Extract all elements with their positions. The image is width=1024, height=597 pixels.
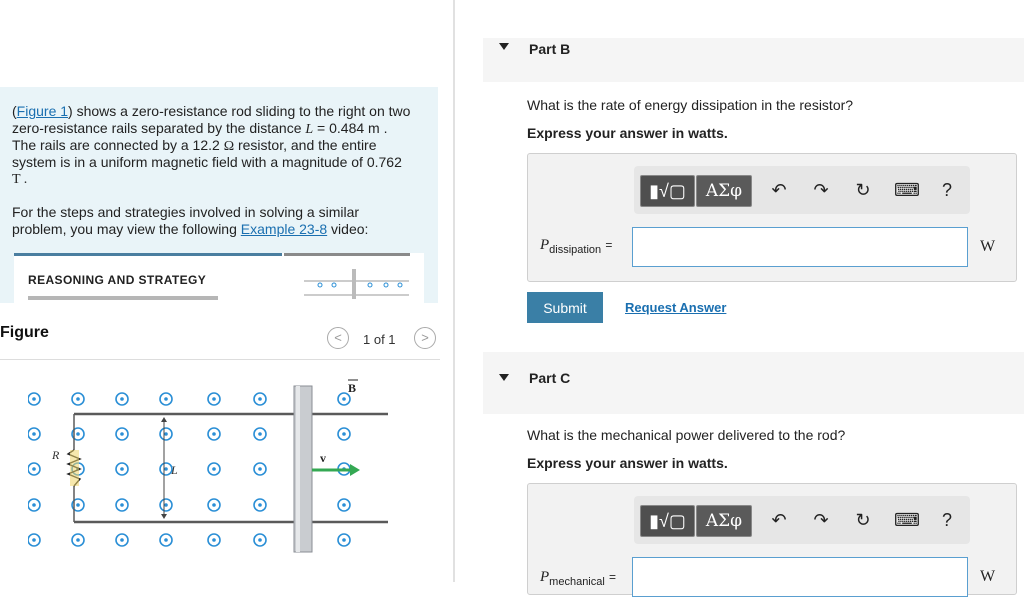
field-dot-center	[342, 397, 346, 401]
field-dot-center	[212, 397, 216, 401]
part-c-header[interactable]: Part C	[483, 352, 1024, 414]
field-dot-center	[76, 503, 80, 507]
label-R: R	[51, 448, 60, 462]
greek-symbols-button[interactable]: ΑΣφ	[696, 175, 752, 207]
disclosure-triangle-icon[interactable]	[499, 43, 509, 50]
field-dot-center	[164, 432, 168, 436]
field-dot-center	[120, 432, 124, 436]
redo-icon[interactable]: ↷	[810, 509, 832, 531]
video-title: REASONING AND STRATEGY	[28, 273, 207, 287]
math-toolbar: ▮√▢ ΑΣφ ↶ ↷ ↻ ⌨ ?	[634, 496, 970, 544]
field-dot-center	[258, 538, 262, 542]
part-b-header[interactable]: Part B	[483, 38, 1024, 82]
label-B: B	[348, 381, 356, 395]
video-caption-text	[28, 296, 218, 300]
keyboard-icon[interactable]: ⌨	[894, 509, 920, 531]
video-thumbnail[interactable]: REASONING AND STRATEGY	[14, 253, 424, 303]
field-dot-center	[32, 467, 36, 471]
templates-button[interactable]: ▮√▢	[640, 505, 695, 537]
figure-header: Figure	[0, 324, 49, 341]
unit-watts: W	[980, 238, 996, 255]
field-dot-center	[212, 503, 216, 507]
field-dot-center	[342, 503, 346, 507]
keyboard-icon[interactable]: ⌨	[894, 179, 920, 201]
part-c-answer-box: ▮√▢ ΑΣφ ↶ ↷ ↻ ⌨ ? Pmechanical = W	[527, 483, 1017, 597]
right-pane: Part B What is the rate of energy dissip…	[455, 0, 1024, 597]
figure-link[interactable]: Figure 1	[17, 103, 68, 119]
chevron-right-icon[interactable]: >	[414, 327, 436, 349]
strategy-text: For the steps and strategies involved in…	[12, 204, 369, 237]
field-dot-center	[212, 432, 216, 436]
part-c-instruction: Express your answer in watts.	[527, 455, 728, 471]
undo-icon[interactable]: ↶	[768, 179, 790, 201]
problem-statement: (Figure 1) shows a zero-resistance rod s…	[0, 87, 438, 303]
part-b-question: What is the rate of energy dissipation i…	[527, 97, 854, 113]
label-v: v	[320, 451, 326, 465]
disclosure-triangle-icon[interactable]	[499, 374, 509, 381]
video-mini-diagram	[304, 269, 409, 299]
redo-icon[interactable]: ↷	[810, 179, 832, 201]
field-dot-center	[164, 538, 168, 542]
video-progress-bar	[14, 253, 282, 256]
p-dissipation-label: Pdissipation =	[540, 237, 613, 256]
part-c-label: Part C	[529, 370, 571, 386]
field-dot-center	[32, 538, 36, 542]
part-b-instruction: Express your answer in watts.	[527, 125, 728, 141]
field-dot-center	[120, 467, 124, 471]
p-dissipation-input[interactable]	[632, 227, 968, 267]
problem-line-2: zero-resistance rails separated by the d…	[12, 120, 388, 137]
part-c-question: What is the mechanical power delivered t…	[527, 427, 846, 443]
p-mechanical-label: Pmechanical =	[540, 569, 616, 588]
field-dot-center	[120, 503, 124, 507]
submit-button[interactable]: Submit	[527, 292, 603, 323]
part-b-label: Part B	[529, 41, 571, 57]
field-dot-center	[32, 397, 36, 401]
problem-line-4: system is in a uniform magnetic field wi…	[12, 154, 402, 170]
math-toolbar: ▮√▢ ΑΣφ ↶ ↷ ↻ ⌨ ?	[634, 166, 970, 214]
problem-line-5: T .	[12, 172, 28, 187]
field-dot-center	[258, 467, 262, 471]
field-dot-center	[258, 397, 262, 401]
label-L: L	[170, 463, 178, 477]
field-dot-center	[212, 538, 216, 542]
request-answer-link[interactable]: Request Answer	[625, 300, 726, 315]
help-icon[interactable]: ?	[936, 179, 958, 201]
part-b-answer-box: ▮√▢ ΑΣφ ↶ ↷ ↻ ⌨ ? Pdissipation = W	[527, 153, 1017, 282]
field-dot-center	[76, 432, 80, 436]
figure-divider	[0, 359, 440, 360]
p-mechanical-input[interactable]	[632, 557, 968, 597]
greek-symbols-button[interactable]: ΑΣφ	[696, 505, 752, 537]
unit-watts: W	[980, 568, 996, 585]
undo-icon[interactable]: ↶	[768, 509, 790, 531]
field-dot-center	[212, 467, 216, 471]
field-dot-center	[120, 538, 124, 542]
example-link[interactable]: Example 23-8	[241, 221, 327, 237]
field-dot-center	[164, 467, 168, 471]
figure-pager-text: 1 of 1	[363, 332, 396, 347]
problem-line-3: The rails are connected by a 12.2 Ω resi…	[12, 137, 377, 154]
field-dot-center	[258, 432, 262, 436]
video-progress-bar-secondary	[284, 253, 410, 256]
field-dot-center	[32, 503, 36, 507]
field-dot-center	[32, 432, 36, 436]
field-dot-center	[120, 397, 124, 401]
reset-icon[interactable]: ↻	[852, 179, 874, 201]
reset-icon[interactable]: ↻	[852, 509, 874, 531]
field-dot-center	[76, 397, 80, 401]
rod-rail-figure: R L v B	[28, 379, 388, 553]
field-dot-center	[76, 538, 80, 542]
field-dot-center	[258, 503, 262, 507]
field-dot-center	[164, 503, 168, 507]
field-dot-center	[342, 538, 346, 542]
left-pane: (Figure 1) shows a zero-resistance rod s…	[0, 0, 453, 582]
resistor-highlight	[70, 450, 79, 486]
chevron-left-icon[interactable]: <	[327, 327, 349, 349]
problem-line-1: (Figure 1) shows a zero-resistance rod s…	[12, 103, 411, 119]
help-icon[interactable]: ?	[936, 509, 958, 531]
field-dot-center	[164, 397, 168, 401]
templates-button[interactable]: ▮√▢	[640, 175, 695, 207]
field-dot-center	[342, 432, 346, 436]
